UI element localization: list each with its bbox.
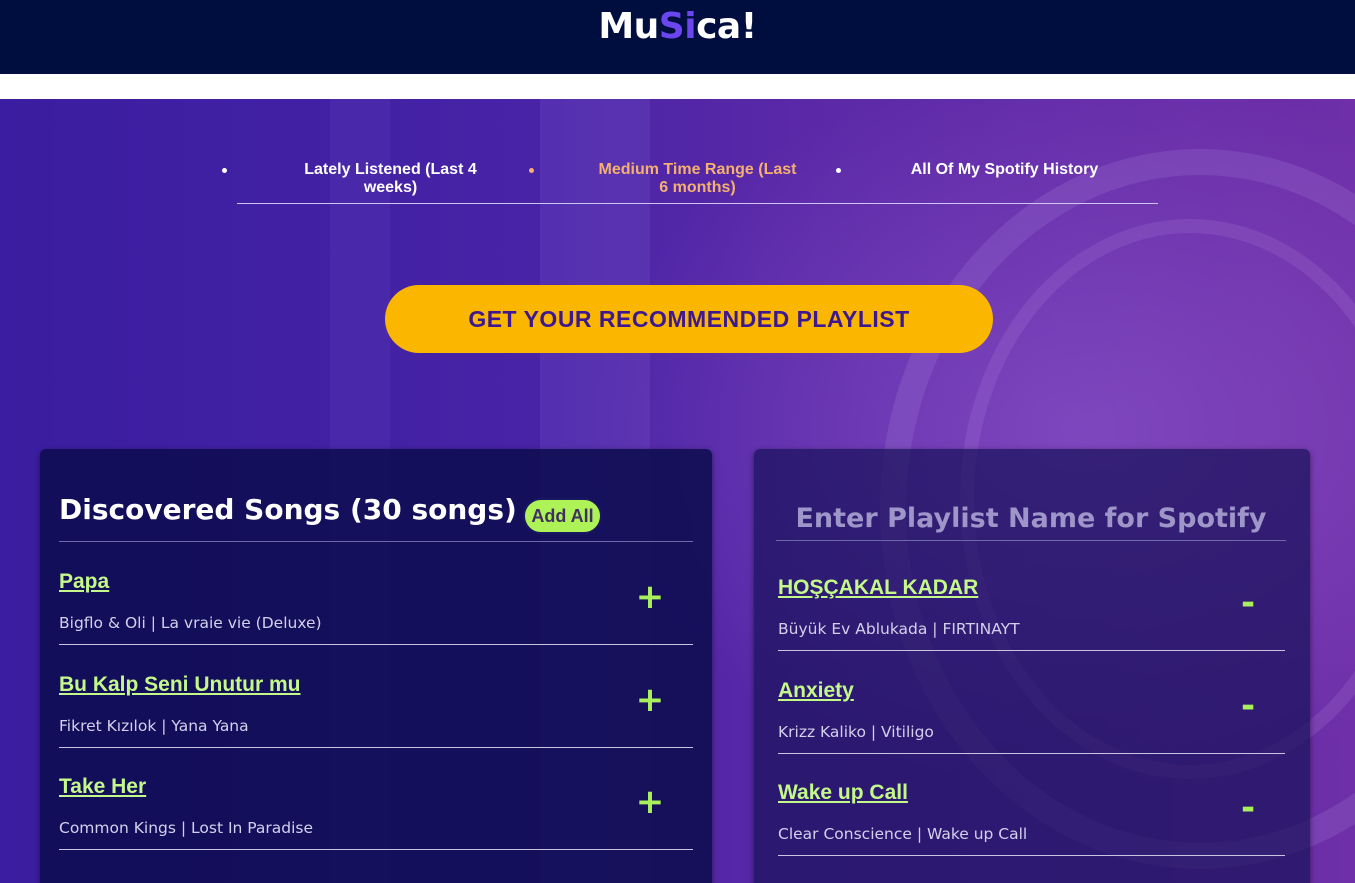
main-hero: Lately Listened (Last 4 weeks) Medium Ti… [0, 99, 1355, 883]
song-title-link[interactable]: Wake up Call [778, 781, 908, 805]
song-title-link[interactable]: Anxiety [778, 679, 854, 703]
discovered-songs-panel: Discovered Songs (30 songs) Add All Papa… [40, 449, 712, 883]
list-item: Anxiety Krizz Kaliko | Vitiligo - [778, 651, 1285, 754]
remove-song-button[interactable]: - [1232, 586, 1264, 620]
song-title-link[interactable]: Papa [59, 570, 109, 594]
playlist-name-input[interactable] [776, 497, 1286, 541]
add-song-button[interactable]: + [634, 683, 666, 717]
song-artist-album: Common Kings | Lost In Paradise [59, 819, 314, 837]
app-logo[interactable]: MuSica! [0, 6, 1355, 47]
song-artist-album: Krizz Kaliko | Vitiligo [778, 723, 934, 741]
logo-accent: Si [658, 6, 697, 47]
logo-part-2: ca! [696, 6, 757, 47]
song-artist-album: Bigflo & Oli | La vraie vie (Deluxe) [59, 614, 322, 632]
song-title-link[interactable]: Take Her [59, 775, 146, 799]
song-title-link[interactable]: Bu Kalp Seni Unutur mu [59, 673, 301, 697]
list-item: Wake up Call Clear Conscience | Wake up … [778, 753, 1285, 856]
get-recommended-playlist-button[interactable]: GET YOUR RECOMMENDED PLAYLIST [385, 285, 993, 353]
logo-part-1: Mu [598, 6, 659, 47]
remove-song-button[interactable]: - [1232, 689, 1264, 723]
list-item: Take Her Common Kings | Lost In Paradise… [59, 747, 693, 850]
song-artist-album: Clear Conscience | Wake up Call [778, 825, 1028, 843]
add-song-button[interactable]: + [634, 580, 666, 614]
song-artist-album: Fikret Kızılok | Yana Yana [59, 717, 249, 735]
list-item: Papa Bigflo & Oli | La vraie vie (Deluxe… [59, 542, 693, 645]
song-title-link[interactable]: HOŞÇAKAL KADAR [778, 576, 978, 600]
discovered-songs-title: Discovered Songs (30 songs) [59, 493, 517, 526]
tab-short-term[interactable]: Lately Listened (Last 4 weeks) [222, 159, 544, 203]
time-range-tabs: Lately Listened (Last 4 weeks) Medium Ti… [222, 159, 1158, 204]
list-item: Bu Kalp Seni Unutur mu Fikret Kızılok | … [59, 645, 693, 748]
playlist-panel: HOŞÇAKAL KADAR Büyük Ev Ablukada | FIRTI… [754, 449, 1310, 883]
song-artist-album: Büyük Ev Ablukada | FIRTINAYT [778, 620, 1020, 638]
remove-song-button[interactable]: - [1232, 791, 1264, 825]
tab-medium-term[interactable]: Medium Time Range (Last 6 months) [529, 159, 851, 203]
discovered-songs-header: Discovered Songs (30 songs) Add All [59, 449, 693, 542]
add-song-button[interactable]: + [634, 785, 666, 819]
tab-long-term[interactable]: All Of My Spotify History [836, 159, 1158, 203]
add-all-button[interactable]: Add All [523, 498, 602, 534]
header-bar: MuSica! [0, 0, 1355, 74]
list-item: HOŞÇAKAL KADAR Büyük Ev Ablukada | FIRTI… [778, 548, 1285, 651]
